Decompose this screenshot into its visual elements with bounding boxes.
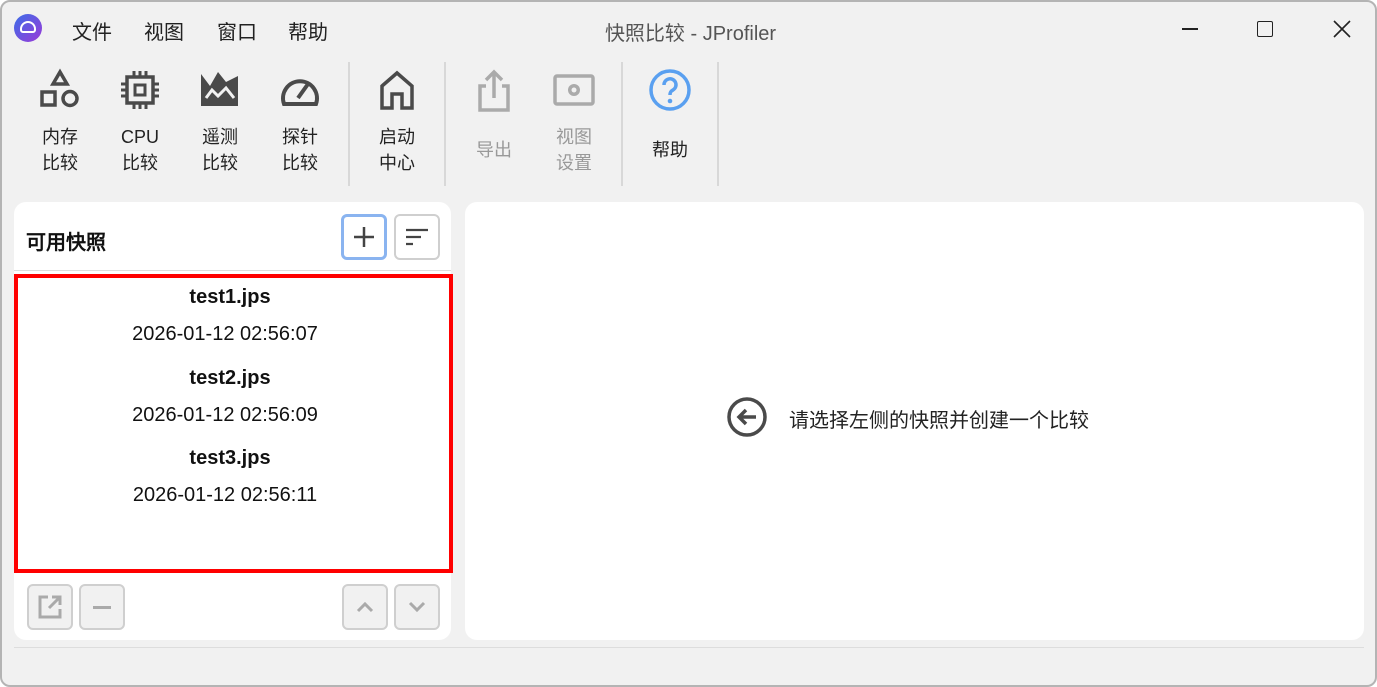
external-open-icon [38, 595, 62, 619]
snapshot-name[interactable]: test1.jps [18, 286, 448, 309]
move-down-button[interactable] [394, 584, 440, 630]
snapshot-date: 2026-01-12 02:56:07 [132, 323, 318, 345]
open-snapshot-button[interactable] [27, 584, 73, 630]
toolbar-separator [621, 62, 623, 186]
view-settings-button[interactable]: 视图 设置 [536, 68, 612, 180]
shapes-icon [40, 68, 79, 108]
chevron-down-icon [408, 601, 426, 613]
start-center-button[interactable]: 启动 中心 [359, 68, 435, 180]
toolbar-separator [444, 62, 446, 186]
home-icon [380, 70, 414, 110]
toolbar-separator [717, 62, 719, 186]
snapshot-name[interactable]: test3.jps [18, 447, 448, 470]
sort-icon [406, 228, 428, 246]
remove-snapshot-button[interactable] [79, 584, 125, 630]
memory-compare-button[interactable]: 内存 比较 [22, 68, 98, 180]
export-button[interactable]: 导出 [456, 68, 532, 180]
snapshots-title: 可用快照 [26, 232, 106, 254]
telemetry-compare-button[interactable]: 遥测 比较 [182, 68, 258, 180]
minus-icon [93, 605, 111, 609]
share-export-icon [478, 69, 510, 112]
chevron-up-icon [356, 601, 374, 613]
telemetry-chart-icon [201, 72, 238, 106]
toolbar-separator [348, 62, 350, 186]
cpu-chip-icon [121, 71, 159, 109]
divider [14, 270, 451, 271]
gauge-icon [281, 79, 319, 106]
help-question-icon [649, 69, 691, 111]
sort-button[interactable] [394, 214, 440, 260]
cpu-compare-button[interactable]: CPU 比较 [102, 68, 178, 180]
app-window: 文件 视图 窗口 帮助 快照比较 - JProfiler 内存 比较 CPU 比较 … [0, 0, 1377, 687]
add-snapshot-button[interactable] [341, 214, 387, 260]
empty-state-message: 请选择左侧的快照并创建一个比较 [789, 410, 1089, 432]
minimize-button[interactable] [1170, 12, 1210, 46]
settings-screen-icon [553, 74, 595, 106]
snapshot-name[interactable]: test2.jps [18, 367, 448, 390]
status-bar-divider [14, 647, 1364, 648]
plus-icon [354, 227, 374, 247]
probe-compare-button[interactable]: 探针 比较 [262, 68, 338, 180]
help-button[interactable]: 帮助 [632, 68, 708, 180]
close-button[interactable] [1322, 12, 1362, 46]
arrow-left-circle-icon [727, 397, 767, 437]
maximize-button[interactable] [1245, 12, 1285, 46]
snapshot-date: 2026-01-12 02:56:11 [132, 484, 318, 506]
snapshot-date: 2026-01-12 02:56:09 [132, 404, 318, 426]
move-up-button[interactable] [342, 584, 388, 630]
